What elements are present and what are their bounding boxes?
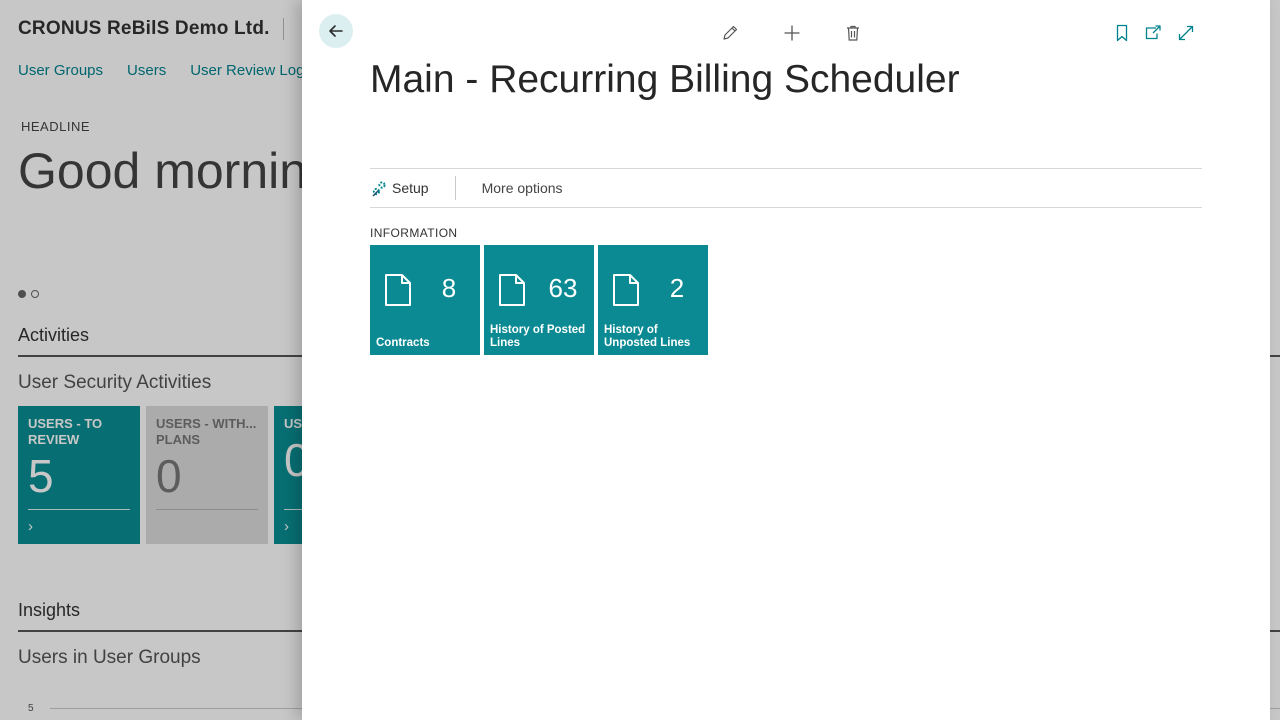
- document-icon: [613, 274, 639, 306]
- more-options-action[interactable]: More options: [482, 180, 563, 196]
- pencil-icon: [723, 25, 738, 40]
- action-bar: Setup More options: [370, 168, 1202, 208]
- expand-button[interactable]: [1173, 20, 1199, 46]
- page-title: Main - Recurring Billing Scheduler: [370, 58, 960, 101]
- cue-label: History of Posted Lines: [490, 324, 586, 349]
- bookmark-icon: [1116, 24, 1128, 42]
- plus-icon: [784, 25, 800, 41]
- cue-label: Contracts: [376, 337, 430, 349]
- cue-value: 2: [669, 273, 685, 303]
- cue-group-title: INFORMATION: [370, 226, 458, 240]
- delete-button[interactable]: [840, 20, 866, 46]
- expand-icon: [1178, 25, 1194, 41]
- cue-value: 63: [548, 273, 578, 303]
- setup-action[interactable]: Setup: [370, 180, 429, 197]
- bookmark-button[interactable]: [1109, 20, 1135, 46]
- back-arrow-icon: [329, 25, 343, 37]
- cue-value: 8: [441, 273, 457, 303]
- new-button[interactable]: [779, 20, 805, 46]
- cue-history-posted-lines[interactable]: 63 History of Posted Lines: [484, 245, 594, 355]
- cue-label: History of Unposted Lines: [604, 324, 691, 349]
- setup-gears-icon: [372, 180, 386, 197]
- back-button[interactable]: [319, 14, 353, 48]
- edit-button[interactable]: [717, 20, 743, 46]
- trash-icon: [847, 25, 859, 41]
- open-new-window-icon: [1145, 25, 1161, 40]
- action-separator: [454, 176, 456, 200]
- document-icon: [385, 274, 411, 306]
- cue-contracts[interactable]: 8 Contracts: [370, 245, 480, 355]
- setup-label: Setup: [392, 180, 429, 196]
- open-new-window-button[interactable]: [1140, 20, 1166, 46]
- cue-history-unposted-lines[interactable]: 2 History of Unposted Lines: [598, 245, 708, 355]
- document-icon: [499, 274, 525, 306]
- card-panel: Main - Recurring Billing Scheduler Setup…: [302, 0, 1270, 720]
